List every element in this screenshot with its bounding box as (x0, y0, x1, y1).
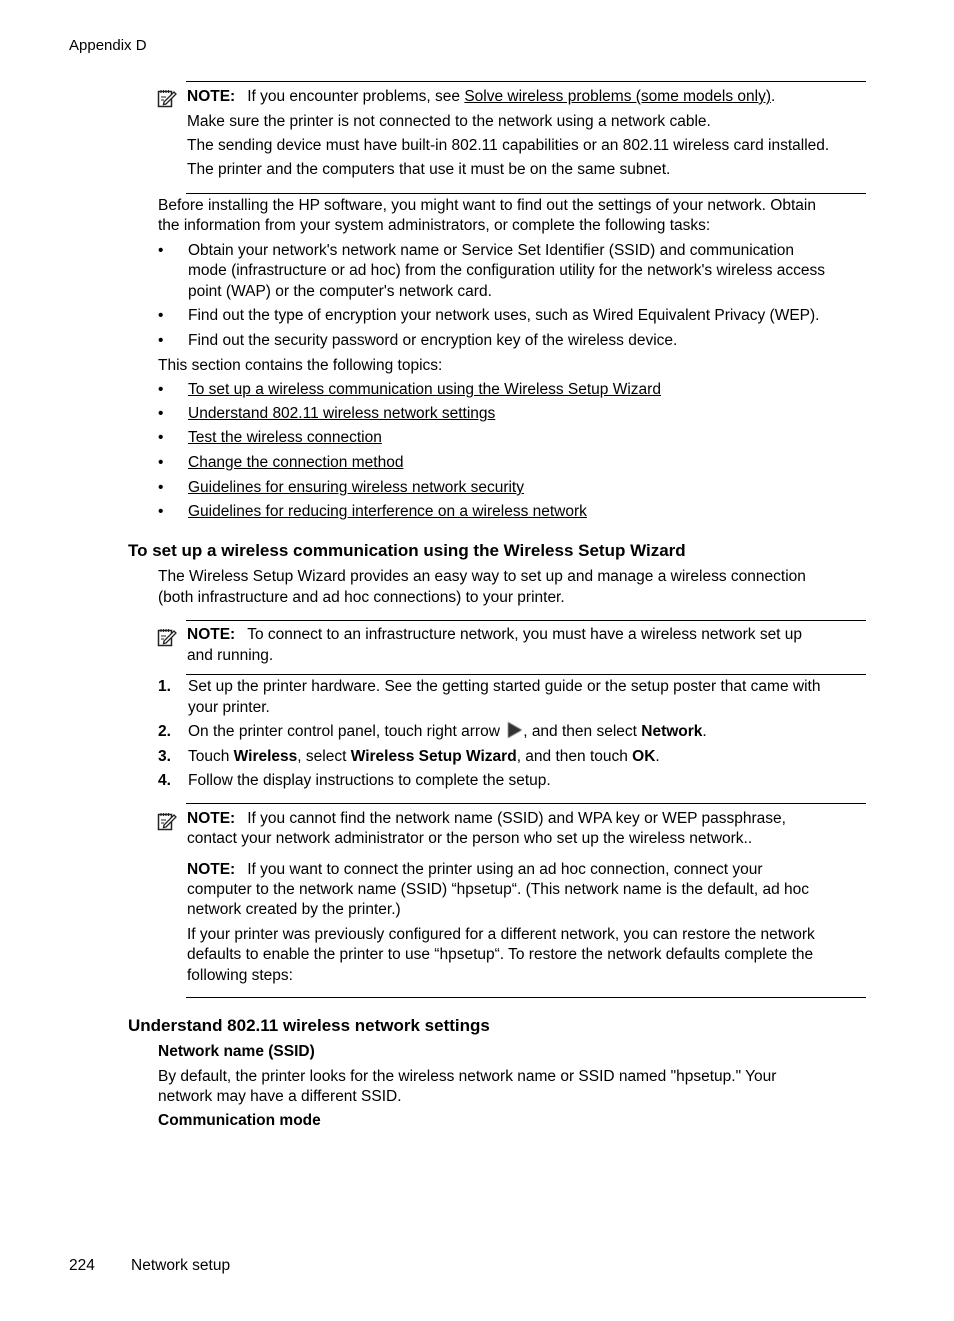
step-number: 1. (158, 678, 171, 695)
bullet: • (158, 381, 164, 398)
section-heading-settings: Understand 802.11 wireless network setti… (128, 1016, 490, 1035)
bullet: • (158, 307, 164, 324)
restore-line: If your printer was previously configure… (187, 926, 815, 943)
note-punct: . (771, 88, 776, 105)
note-label: NOTE: (187, 88, 236, 105)
topic-link-security[interactable]: Guidelines for ensuring wireless network… (188, 478, 524, 498)
wizard-intro-line: The Wireless Setup Wizard provides an ea… (158, 568, 806, 585)
note-icon (157, 813, 177, 831)
right-arrow-icon (508, 722, 523, 738)
page-number: 224 (69, 1257, 95, 1274)
task-item-line: Find out the type of encryption your net… (188, 307, 820, 324)
step-4-line: Follow the display instructions to compl… (188, 772, 551, 789)
note-2-line: and running. (187, 647, 274, 664)
subheading-network-name: Network name (SSID) (158, 1043, 315, 1060)
note-4-line: computer to the network name (SSID) “hps… (187, 881, 810, 898)
note-label: NOTE: (187, 861, 236, 878)
step-bold-term: Wireless (233, 748, 298, 765)
network-name-line: By default, the printer looks for the wi… (158, 1068, 777, 1085)
step-number: 3. (158, 748, 171, 765)
bullet: • (158, 454, 164, 471)
task-item-line: point (WAP) or the computer's network ca… (188, 283, 492, 300)
step-text: , and then touch (516, 748, 633, 765)
note-1-text: NOTE: If you encounter problems, see Solv… (187, 87, 775, 107)
restore-line: defaults to enable the printer to use “h… (187, 946, 814, 963)
step-text: , select (297, 748, 351, 765)
step-number: 2. (158, 723, 171, 740)
topic-link-interference[interactable]: Guidelines for reducing interference on … (188, 502, 587, 522)
note-bottom-rule (186, 997, 866, 998)
note-top-rule (186, 803, 866, 804)
step-text: . (702, 723, 707, 740)
step-3-line: Touch Wireless, select Wireless Setup Wi… (188, 747, 660, 767)
bullet: • (158, 332, 164, 349)
note-text: If you cannot find the network name (SSI… (247, 810, 786, 827)
restore-line: following steps: (187, 967, 293, 984)
solve-wireless-problems-link[interactable]: Solve wireless problems (some models onl… (464, 88, 771, 105)
note-4-text: NOTE: If you want to connect the printer … (187, 860, 763, 880)
note-top-rule (186, 620, 866, 621)
step-bold-term: Wireless Setup Wizard (350, 748, 517, 765)
step-bold-term: Network (641, 723, 703, 740)
note-text: If you encounter problems, see (247, 88, 465, 105)
step-1-line: Set up the printer hardware. See the get… (188, 678, 821, 695)
network-name-line: network may have a different SSID. (158, 1088, 402, 1105)
footer-section-title: Network setup (131, 1257, 231, 1274)
note-label: NOTE: (187, 626, 236, 643)
step-bold-term: OK (632, 748, 656, 765)
note-icon (157, 90, 177, 108)
note-1-line: Make sure the printer is not connected t… (187, 113, 711, 130)
note-1-line: The printer and the computers that use i… (187, 161, 671, 178)
running-head: Appendix D (69, 37, 147, 54)
note-top-rule (186, 81, 866, 82)
note-4-line: network created by the printer.) (187, 901, 401, 918)
topic-link-wizard[interactable]: To set up a wireless communication using… (188, 380, 661, 400)
intro-paragraph-line: Before installing the HP software, you m… (158, 197, 816, 214)
topic-link-change-method[interactable]: Change the connection method (188, 453, 403, 473)
task-item-line: Obtain your network's network name or Se… (188, 242, 794, 259)
bullet: • (158, 242, 164, 259)
topic-link-settings[interactable]: Understand 802.11 wireless network setti… (188, 404, 495, 424)
bullet: • (158, 503, 164, 520)
step-text: , and then select (523, 723, 642, 740)
note-icon (157, 629, 177, 647)
note-3-line: contact your network administrator or th… (187, 830, 753, 847)
note-text: If you want to connect the printer using… (247, 861, 763, 878)
step-text: . (655, 748, 660, 765)
note-2-text: NOTE: To connect to an infrastructure net… (187, 625, 802, 645)
intro-paragraph-line: the information from your system adminis… (158, 217, 711, 234)
note-text: To connect to an infrastructure network,… (247, 626, 803, 643)
wizard-intro-line: (both infrastructure and ad hoc connecti… (158, 589, 565, 606)
note-3-text: NOTE: If you cannot find the network name… (187, 809, 786, 829)
bullet: • (158, 405, 164, 422)
note-label: NOTE: (187, 810, 236, 827)
task-item-line: mode (infrastructure or ad hoc) from the… (188, 262, 825, 279)
topics-intro: This section contains the following topi… (158, 357, 443, 374)
step-text: Touch (188, 748, 234, 765)
step-number: 4. (158, 772, 171, 789)
task-item-line: Find out the security password or encryp… (188, 332, 678, 349)
step-text: On the printer control panel, touch righ… (188, 723, 505, 740)
note-1-line: The sending device must have built-in 80… (187, 137, 830, 154)
section-heading-wizard: To set up a wireless communication using… (128, 541, 686, 560)
topic-link-test[interactable]: Test the wireless connection (188, 428, 382, 448)
step-1-line: your printer. (188, 699, 270, 716)
note-bottom-rule (186, 674, 866, 675)
note-bottom-rule (186, 193, 866, 194)
bullet: • (158, 429, 164, 446)
subheading-communication-mode: Communication mode (158, 1112, 321, 1129)
step-2-line: On the printer control panel, touch righ… (188, 722, 707, 742)
bullet: • (158, 479, 164, 496)
